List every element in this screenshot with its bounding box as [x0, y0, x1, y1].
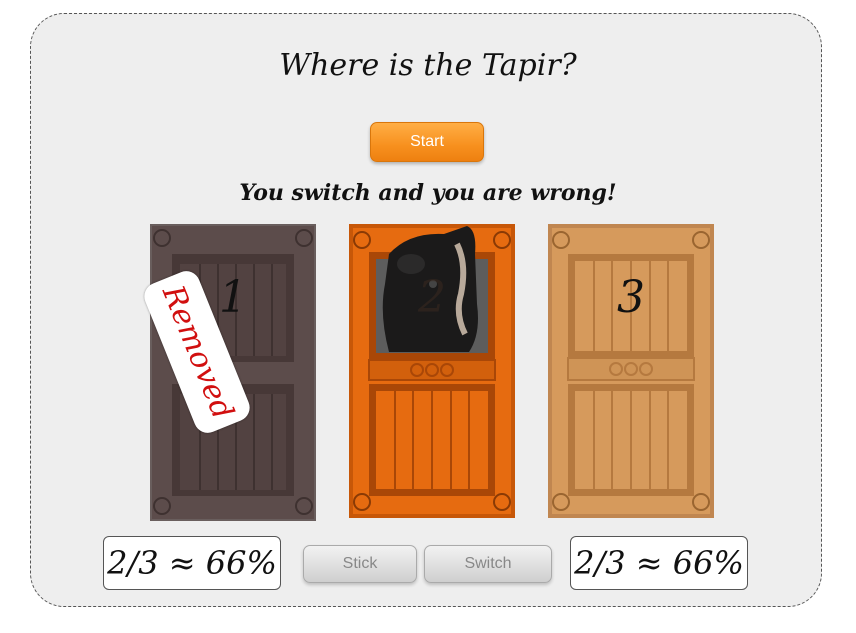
start-button[interactable]: Start	[370, 122, 484, 162]
stick-button[interactable]: Stick	[303, 545, 417, 583]
switch-score: 2/3 ≈ 66%	[570, 536, 748, 590]
door-3-number: 3	[617, 272, 645, 323]
stick-score: 2/3 ≈ 66%	[103, 536, 281, 590]
door-3-graphic	[548, 224, 714, 518]
switch-button[interactable]: Switch	[424, 545, 552, 583]
result-status: You switch and you are wrong!	[239, 180, 617, 206]
page-title: Where is the Tapir?	[279, 48, 577, 83]
tapir-image	[382, 226, 478, 352]
door-2-number: 2	[418, 272, 446, 323]
door-3[interactable]: 3	[548, 224, 714, 518]
door-2[interactable]: 2	[349, 224, 515, 518]
